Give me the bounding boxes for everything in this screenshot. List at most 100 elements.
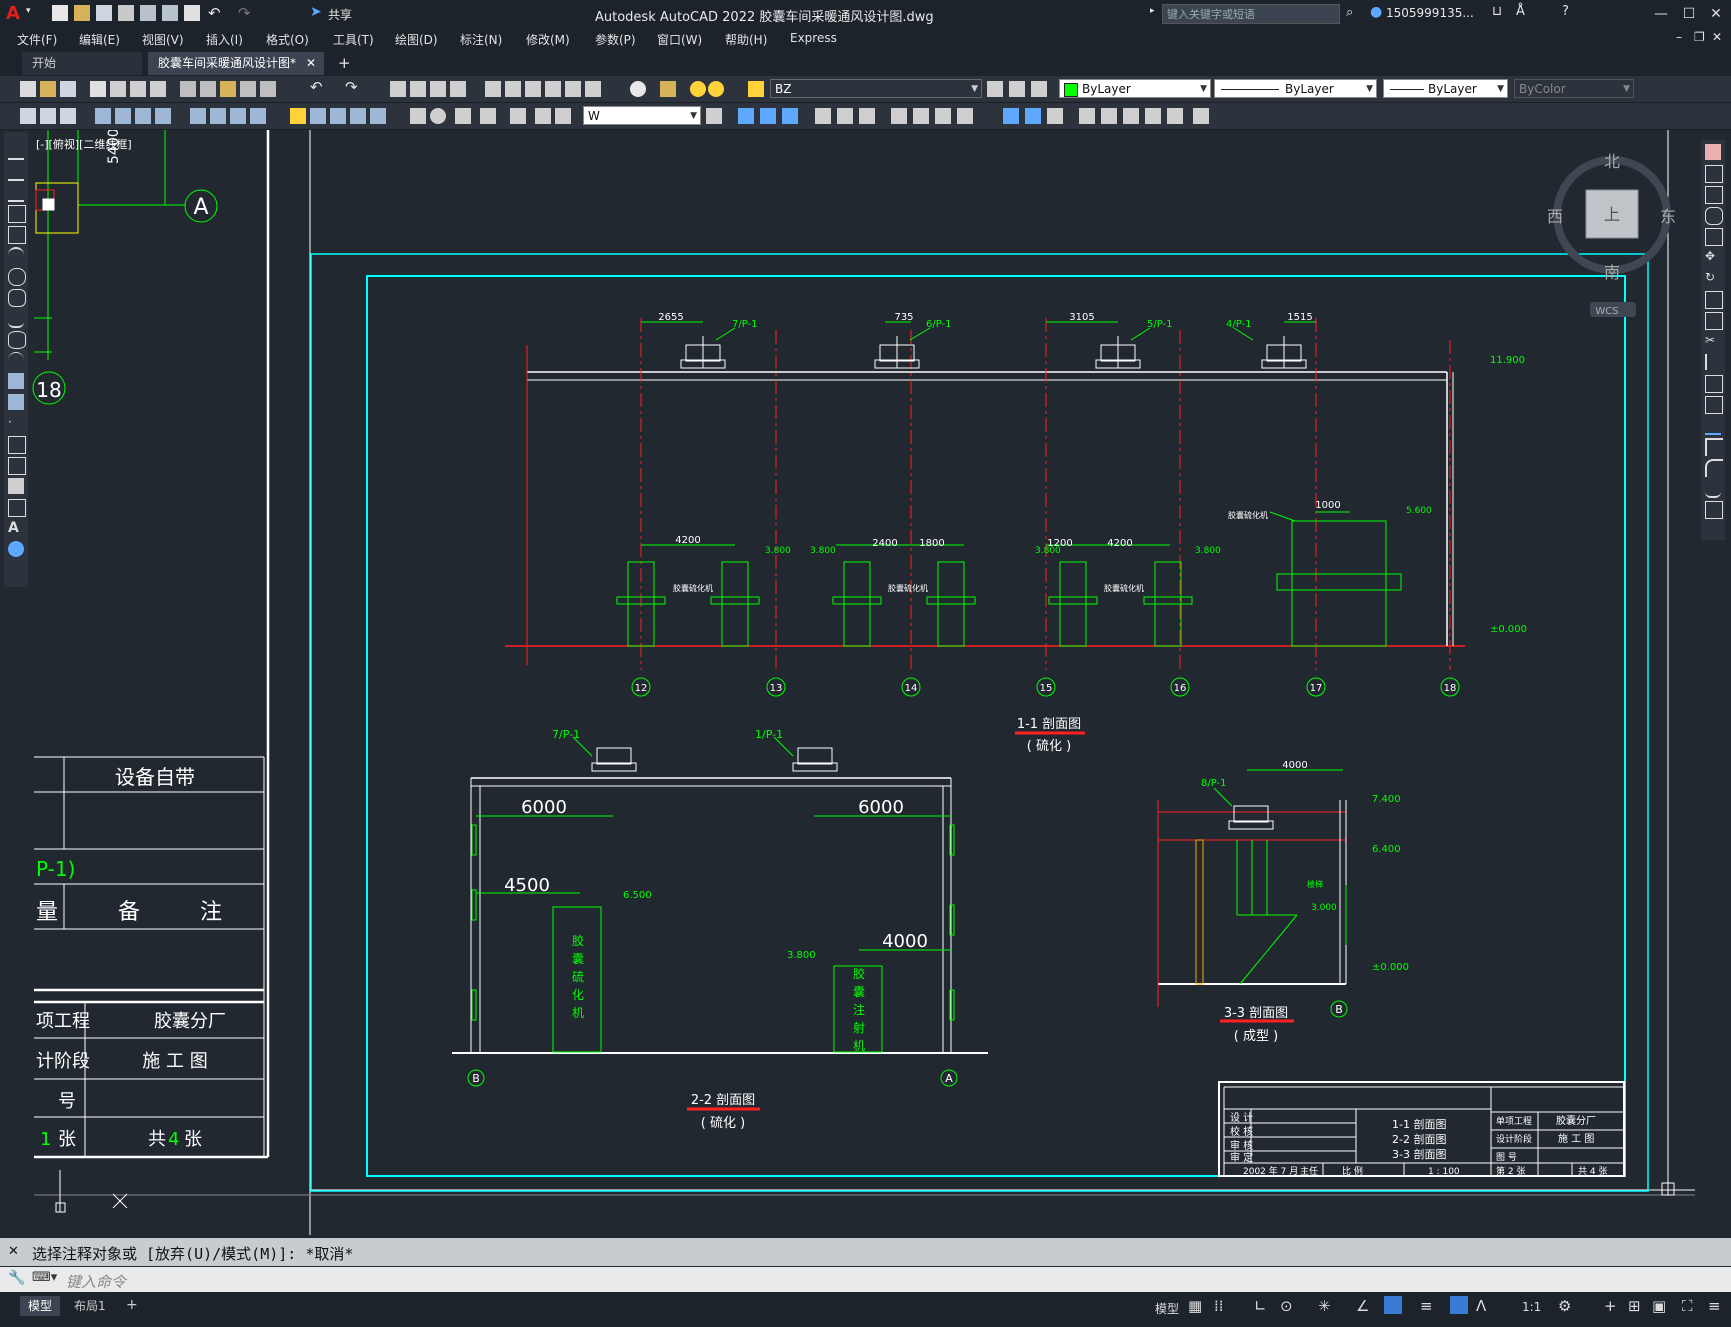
ordinate-icon[interactable]: [155, 108, 171, 124]
space-icon[interactable]: [350, 108, 366, 124]
table-icon[interactable]: [8, 499, 26, 517]
chamfer-icon[interactable]: [1705, 438, 1723, 456]
markup-icon[interactable]: [565, 81, 581, 97]
annotation-visibility-icon[interactable]: [1450, 1296, 1468, 1314]
workspace-gear-icon[interactable]: ⚙: [1558, 1297, 1571, 1315]
menu-draw[interactable]: 绘图(D): [395, 31, 438, 48]
command-input[interactable]: 键入命令: [66, 1271, 126, 1292]
dim-text-edit-icon[interactable]: [535, 108, 551, 124]
iso-icon[interactable]: ✳: [1318, 1297, 1331, 1315]
open-icon[interactable]: [40, 81, 56, 97]
extend-icon[interactable]: [1705, 354, 1723, 370]
save-icon[interactable]: [96, 5, 112, 21]
zoom-realtime-icon[interactable]: [410, 81, 426, 97]
polyline-icon[interactable]: [8, 184, 24, 202]
maximize-button[interactable]: ☐: [1678, 4, 1700, 24]
zoom-window-icon[interactable]: [430, 81, 446, 97]
pan-icon[interactable]: [390, 81, 406, 97]
rotate-icon[interactable]: ↻: [1705, 270, 1721, 286]
search-expand-icon[interactable]: ▸: [1150, 6, 1155, 16]
match-prop-icon[interactable]: [240, 81, 256, 97]
cut-icon[interactable]: [180, 81, 196, 97]
menu-file[interactable]: 文件(F): [17, 31, 57, 48]
explode-icon[interactable]: [1705, 501, 1723, 519]
plotstyle-dropdown[interactable]: ByColor ▼: [1514, 79, 1634, 98]
menu-express[interactable]: Express: [790, 31, 837, 45]
blend-icon[interactable]: [1705, 480, 1721, 498]
compass-east[interactable]: 东: [1660, 207, 1676, 226]
quick-properties-icon[interactable]: ▣: [1652, 1297, 1666, 1315]
baseline-icon[interactable]: [310, 108, 326, 124]
hatch-icon[interactable]: [8, 436, 26, 454]
menu-parametric[interactable]: 参数(P): [595, 31, 636, 48]
view-cube-6-icon[interactable]: [1193, 108, 1209, 124]
view-cube-icon[interactable]: [1079, 108, 1095, 124]
break-icon[interactable]: [370, 108, 386, 124]
redo-icon-2[interactable]: ↷: [345, 78, 358, 96]
visual-style-2-icon[interactable]: [1025, 108, 1041, 124]
customize-wrench-icon[interactable]: 🔧: [8, 1270, 25, 1286]
user-name[interactable]: 1505999135...: [1386, 6, 1474, 20]
doc-minimize-button[interactable]: –: [1676, 30, 1682, 44]
inspect-icon[interactable]: [455, 108, 471, 124]
drawing-canvas[interactable]: [-][俯视][二维线框] 5400 A 18 设备自带 P-1) 量 备 注 …: [0, 130, 1731, 1238]
zoom-previous-icon[interactable]: [450, 81, 466, 97]
clean-screen-icon[interactable]: ⛶: [1682, 1297, 1693, 1315]
region-icon[interactable]: [8, 478, 24, 494]
linetype-dropdown[interactable]: ByLayer ▼: [1214, 79, 1377, 98]
annotation-scale[interactable]: 1:1: [1522, 1300, 1541, 1314]
fillet-icon[interactable]: [1705, 459, 1723, 477]
draw-order-above-icon[interactable]: [782, 108, 798, 124]
break-icon-2[interactable]: [1705, 396, 1723, 414]
jogged-icon[interactable]: [210, 108, 226, 124]
add-selected-icon[interactable]: [8, 541, 24, 557]
grid-icon[interactable]: ▦: [1188, 1297, 1202, 1315]
copy-object-icon[interactable]: [1705, 165, 1723, 183]
properties-icon[interactable]: [485, 81, 501, 97]
share-icon[interactable]: ➤: [310, 4, 322, 20]
tab-drawing[interactable]: 胶囊车间采暖通风设计图* ✕: [148, 52, 324, 75]
join-icon[interactable]: [1705, 417, 1721, 435]
view-cube-5-icon[interactable]: [1167, 108, 1183, 124]
aligned-dim-icon[interactable]: [60, 108, 76, 124]
help-icon-2[interactable]: [630, 81, 646, 97]
diameter-icon[interactable]: [230, 108, 246, 124]
new-tab-button[interactable]: +: [338, 54, 351, 72]
a360-icon[interactable]: Å: [1516, 4, 1525, 19]
model-space-button[interactable]: 模型: [1155, 1300, 1179, 1317]
save-icon-2[interactable]: [60, 81, 76, 97]
tab-close-icon[interactable]: ✕: [306, 52, 316, 75]
menu-edit[interactable]: 编辑(E): [79, 31, 120, 48]
layer-previous-icon[interactable]: [1009, 81, 1025, 97]
tab-start[interactable]: 开始: [22, 52, 142, 75]
command-close-icon[interactable]: ✕: [8, 1244, 19, 1259]
app-menu-arrow-icon[interactable]: ▾: [26, 6, 31, 16]
layer-lock-icon[interactable]: [748, 81, 764, 97]
move-icon[interactable]: ✥: [1705, 249, 1721, 265]
osnap-icon[interactable]: ∠: [1356, 1297, 1369, 1315]
ucs-origin-icon[interactable]: [957, 108, 973, 124]
color-dropdown[interactable]: ByLayer ▼: [1059, 79, 1211, 98]
make-block-icon[interactable]: [8, 394, 24, 410]
layer-iso-icon[interactable]: [1031, 81, 1047, 97]
dim-update-icon[interactable]: [555, 108, 571, 124]
view-cube-4-icon[interactable]: [1145, 108, 1161, 124]
view-cube-3-icon[interactable]: [1123, 108, 1139, 124]
autocad-logo-icon[interactable]: A: [6, 3, 26, 24]
linear-dim-icon-2[interactable]: [95, 108, 111, 124]
ucs-previous-icon[interactable]: [859, 108, 875, 124]
units-icon[interactable]: ⊞: [1628, 1297, 1641, 1315]
visual-style-3-icon[interactable]: [1047, 108, 1063, 124]
polygon-icon[interactable]: [8, 205, 26, 223]
stretch-icon[interactable]: [1705, 312, 1723, 330]
polar-icon[interactable]: ⊙: [1280, 1297, 1293, 1315]
break-at-point-icon[interactable]: [1705, 375, 1723, 393]
circle-icon[interactable]: [8, 268, 26, 286]
arc-icon[interactable]: [8, 247, 24, 265]
lineweight-toggle-icon[interactable]: ≡: [1420, 1297, 1433, 1315]
aligned-dim-icon-2[interactable]: [115, 108, 131, 124]
visual-style-icon[interactable]: [1003, 108, 1019, 124]
snap-icon[interactable]: ⁞⁞: [1214, 1297, 1224, 1315]
menu-help[interactable]: 帮助(H): [725, 31, 767, 48]
gradient-icon[interactable]: [8, 457, 26, 475]
